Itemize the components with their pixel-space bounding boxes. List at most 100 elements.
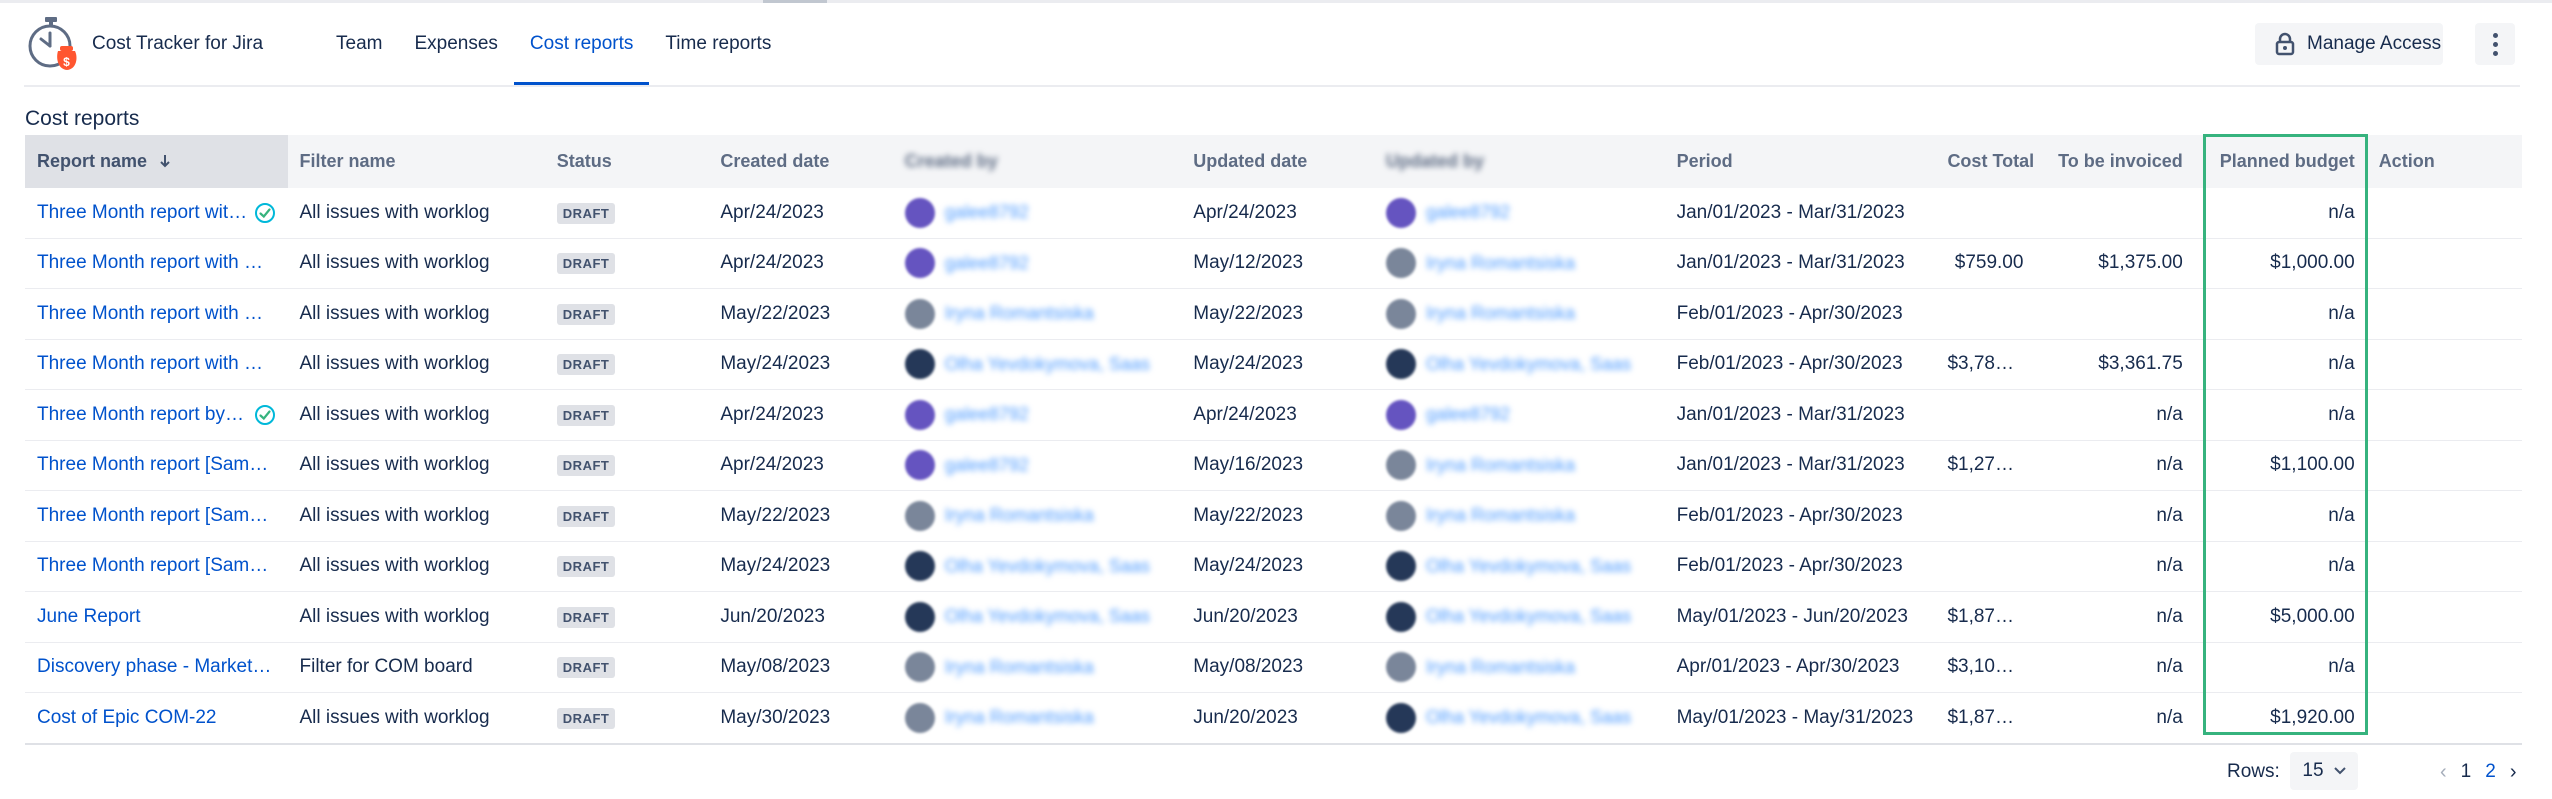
table-row[interactable]: Three Month report by user All issues wit… bbox=[25, 389, 2522, 441]
table-row[interactable]: Three Month report [Sample] All issues wi… bbox=[25, 541, 2522, 592]
updated-by-name[interactable]: Olha Yevdokymova, Saas bbox=[1426, 556, 1631, 577]
table-row[interactable]: Cost of Epic COM-22 All issues with workl… bbox=[25, 692, 2522, 745]
table-row[interactable]: June Report All issues with worklog DRAFT J… bbox=[25, 591, 2522, 643]
report-name-cell[interactable]: Three Month report [Sample] bbox=[25, 490, 288, 542]
updated-by-name[interactable]: Olha Yevdokymova, Saas bbox=[1426, 354, 1631, 375]
created-date-cell: May/22/2023 bbox=[708, 490, 893, 542]
period-cell: Jan/01/2023 - Mar/31/2023 bbox=[1664, 188, 1936, 239]
period-cell: Jan/01/2023 - Mar/31/2023 bbox=[1664, 238, 1936, 289]
action-cell[interactable] bbox=[2366, 288, 2522, 340]
column-header-period[interactable]: Period bbox=[1664, 135, 1936, 188]
column-header-planned-budget[interactable]: Planned budget bbox=[2194, 135, 2367, 188]
table-row[interactable]: Three Month report with worklogs All issu… bbox=[25, 238, 2522, 289]
report-name-link[interactable]: Three Month report with worklogs bbox=[37, 303, 276, 325]
column-header-status[interactable]: Status bbox=[544, 135, 709, 188]
action-cell[interactable] bbox=[2366, 591, 2522, 643]
action-cell[interactable] bbox=[2366, 339, 2522, 390]
action-cell[interactable] bbox=[2366, 440, 2522, 491]
created-by-name[interactable]: Olha Yevdokymova, Saas bbox=[945, 354, 1150, 375]
updated-by-name[interactable]: Iryna Romantsiska bbox=[1426, 303, 1575, 324]
tab-time-reports[interactable]: Time reports bbox=[649, 3, 787, 85]
tab-team[interactable]: Team bbox=[320, 3, 398, 85]
tab-expenses[interactable]: Expenses bbox=[398, 3, 513, 85]
created-by-name[interactable]: galee8792 bbox=[945, 455, 1029, 476]
table-row[interactable]: Discovery phase - Marketing Filter for CO… bbox=[25, 642, 2522, 693]
report-name-cell[interactable]: Three Month report with worklogs bbox=[25, 288, 288, 340]
action-cell[interactable] bbox=[2366, 238, 2522, 289]
column-header-report-name[interactable]: Report name bbox=[25, 135, 288, 188]
report-name-cell[interactable]: Three Month report with worklogs bbox=[25, 188, 288, 239]
created-by-name[interactable]: Iryna Romantsiska bbox=[945, 707, 1094, 728]
more-vertical-icon[interactable] bbox=[2475, 23, 2515, 65]
table-row[interactable]: Three Month report with worklogs All issu… bbox=[25, 188, 2522, 239]
report-name-link[interactable]: Three Month report with worklogs bbox=[37, 252, 276, 274]
table-row[interactable]: Three Month report [Sample] All issues wi… bbox=[25, 490, 2522, 542]
column-header-updated-by[interactable]: Updated by bbox=[1373, 135, 1665, 188]
column-header-created-by[interactable]: Created by bbox=[892, 135, 1182, 188]
report-name-link[interactable]: Three Month report [Sample] bbox=[37, 454, 276, 476]
period-cell: Feb/01/2023 - Apr/30/2023 bbox=[1664, 288, 1936, 340]
report-name-cell[interactable]: June Report bbox=[25, 591, 288, 643]
action-cell[interactable] bbox=[2366, 188, 2522, 239]
report-name-cell[interactable]: Three Month report with worklogs bbox=[25, 339, 288, 390]
created-by-name[interactable]: galee8792 bbox=[945, 253, 1029, 274]
updated-date-cell: May/22/2023 bbox=[1181, 288, 1374, 340]
updated-by-name[interactable]: galee8792 bbox=[1426, 202, 1510, 223]
period-cell: Feb/01/2023 - Apr/30/2023 bbox=[1664, 490, 1936, 542]
updated-by-name[interactable]: Iryna Romantsiska bbox=[1426, 505, 1575, 526]
updated-by-name[interactable]: Iryna Romantsiska bbox=[1426, 455, 1575, 476]
created-by-name[interactable]: Iryna Romantsiska bbox=[945, 657, 1094, 678]
report-name-cell[interactable]: Three Month report with worklogs bbox=[25, 238, 288, 289]
created-by-name[interactable]: Olha Yevdokymova, Saas bbox=[945, 556, 1150, 577]
report-name-link[interactable]: Three Month report with worklogs bbox=[37, 353, 276, 375]
column-header-to-be-invoiced[interactable]: To be invoiced bbox=[2035, 135, 2195, 188]
updated-date-cell: May/24/2023 bbox=[1181, 339, 1374, 390]
action-cell[interactable] bbox=[2366, 541, 2522, 592]
table-row[interactable]: Three Month report with worklogs All issu… bbox=[25, 288, 2522, 340]
status-badge: DRAFT bbox=[556, 202, 616, 224]
updated-by-name[interactable]: Olha Yevdokymova, Saas bbox=[1426, 606, 1631, 627]
report-name-cell[interactable]: Discovery phase - Marketing bbox=[25, 642, 288, 693]
report-name-link[interactable]: Discovery phase - Marketing bbox=[37, 656, 276, 678]
page-1-link[interactable]: 1 bbox=[2461, 752, 2472, 792]
report-name-cell[interactable]: Three Month report [Sample] bbox=[25, 440, 288, 491]
created-by-name[interactable]: Iryna Romantsiska bbox=[945, 303, 1094, 324]
created-by-name[interactable]: Iryna Romantsiska bbox=[945, 505, 1094, 526]
column-header-created-date[interactable]: Created date bbox=[708, 135, 893, 188]
created-by-cell: galee8792 bbox=[892, 238, 1182, 289]
report-name-link[interactable]: Three Month report [Sample] bbox=[37, 505, 276, 527]
report-name-link[interactable]: Three Month report [Sample] bbox=[37, 555, 276, 577]
report-name-cell[interactable]: Three Month report [Sample] bbox=[25, 541, 288, 592]
created-by-name[interactable]: galee8792 bbox=[945, 202, 1029, 223]
avatar bbox=[904, 551, 935, 582]
page-2-link[interactable]: 2 bbox=[2485, 752, 2496, 792]
table-row[interactable]: Three Month report [Sample] All issues wi… bbox=[25, 440, 2522, 491]
created-by-name[interactable]: Olha Yevdokymova, Saas bbox=[945, 606, 1150, 627]
updated-by-name[interactable]: galee8792 bbox=[1426, 404, 1510, 425]
updated-by-name[interactable]: Olha Yevdokymova, Saas bbox=[1426, 707, 1631, 728]
rows-per-page-select[interactable]: 15 bbox=[2290, 752, 2358, 790]
report-name-link[interactable]: Cost of Epic COM-22 bbox=[37, 707, 217, 729]
chevron-left-icon[interactable]: ‹ bbox=[2440, 752, 2447, 792]
table-row[interactable]: Three Month report with worklogs All issu… bbox=[25, 339, 2522, 390]
column-header-updated-date[interactable]: Updated date bbox=[1181, 135, 1374, 188]
chevron-right-icon[interactable]: › bbox=[2510, 752, 2517, 792]
report-name-link[interactable]: Three Month report by user bbox=[37, 404, 248, 426]
manage-access-button[interactable]: Manage Access bbox=[2255, 23, 2443, 65]
updated-by-name[interactable]: Iryna Romantsiska bbox=[1426, 657, 1575, 678]
updated-by-name[interactable]: Iryna Romantsiska bbox=[1426, 253, 1575, 274]
action-cell[interactable] bbox=[2366, 692, 2522, 745]
tab-cost-reports[interactable]: Cost reports bbox=[513, 3, 650, 85]
report-name-cell[interactable]: Three Month report by user bbox=[25, 389, 288, 441]
svg-text:$: $ bbox=[63, 55, 70, 69]
report-name-cell[interactable]: Cost of Epic COM-22 bbox=[25, 692, 288, 745]
action-cell[interactable] bbox=[2366, 642, 2522, 693]
column-header-action: Action bbox=[2366, 135, 2522, 188]
report-name-link[interactable]: Three Month report with worklogs bbox=[37, 202, 248, 224]
action-cell[interactable] bbox=[2366, 490, 2522, 542]
column-header-cost-total[interactable]: Cost Total bbox=[1935, 135, 2036, 188]
report-name-link[interactable]: June Report bbox=[37, 606, 141, 628]
column-header-filter-name[interactable]: Filter name bbox=[287, 135, 545, 188]
action-cell[interactable] bbox=[2366, 389, 2522, 441]
created-by-name[interactable]: galee8792 bbox=[945, 404, 1029, 425]
